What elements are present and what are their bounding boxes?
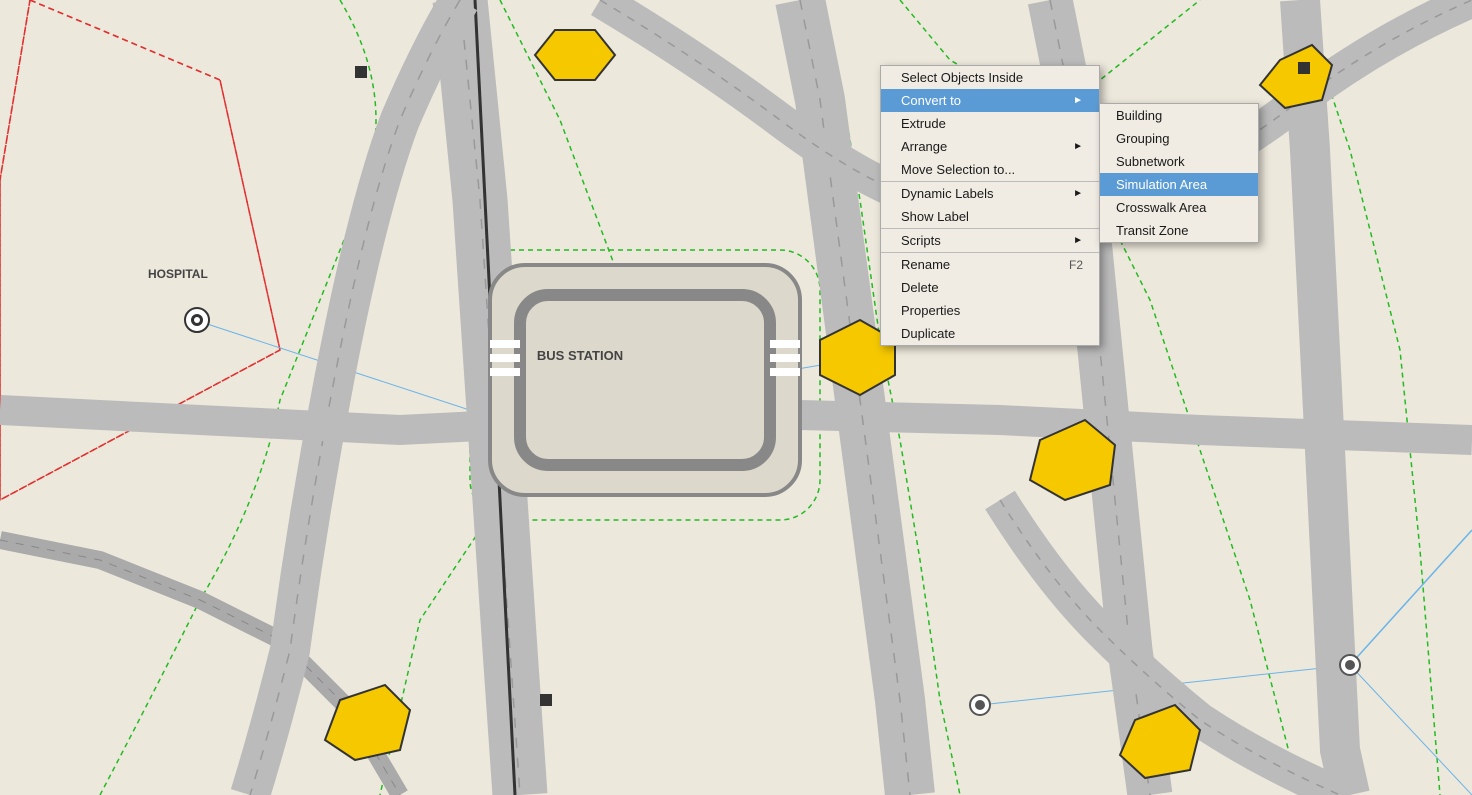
menu-item-label: Convert to (901, 93, 961, 108)
menu-item-extrude[interactable]: Extrude (881, 112, 1099, 135)
menu-item-show-label[interactable]: Show Label (881, 205, 1099, 228)
menu-item-duplicate[interactable]: Duplicate (881, 322, 1099, 345)
menu-item-label: Properties (901, 303, 960, 318)
submenu-item-label: Transit Zone (1116, 223, 1189, 238)
menu-item-move-selection-to[interactable]: Move Selection to... (881, 158, 1099, 181)
submenu-arrow-icon: ► (1073, 188, 1083, 199)
submenu-arrow-icon: ► (1073, 141, 1083, 152)
menu-item-label: Show Label (901, 209, 969, 224)
submenu-item-simulation-area[interactable]: Simulation Area (1100, 173, 1258, 196)
menu-item-label: Delete (901, 280, 939, 295)
menu-item-shortcut: F2 (1069, 258, 1083, 272)
menu-item-label: Dynamic Labels (901, 186, 994, 201)
convert-to-submenu: Building Grouping Subnetwork Simulation … (1099, 103, 1259, 243)
menu-item-label: Select Objects Inside (901, 70, 1023, 85)
menu-item-label: Arrange (901, 139, 947, 154)
menu-item-label: Scripts (901, 233, 941, 248)
submenu-item-building[interactable]: Building (1100, 104, 1258, 127)
menu-item-label: Extrude (901, 116, 946, 131)
svg-text:BUS STATION: BUS STATION (537, 348, 623, 363)
menu-item-rename[interactable]: Rename F2 (881, 252, 1099, 276)
menu-item-dynamic-labels[interactable]: Dynamic Labels ► (881, 181, 1099, 205)
submenu-item-label: Simulation Area (1116, 177, 1207, 192)
menu-item-delete[interactable]: Delete (881, 276, 1099, 299)
menu-item-arrange[interactable]: Arrange ► (881, 135, 1099, 158)
submenu-item-subnetwork[interactable]: Subnetwork (1100, 150, 1258, 173)
submenu-item-label: Building (1116, 108, 1162, 123)
submenu-item-transit-zone[interactable]: Transit Zone (1100, 219, 1258, 242)
submenu-item-label: Subnetwork (1116, 154, 1185, 169)
submenu-arrow-icon: ► (1073, 235, 1083, 246)
svg-text:HOSPITAL: HOSPITAL (148, 267, 208, 281)
menu-item-scripts[interactable]: Scripts ► (881, 228, 1099, 252)
menu-item-label: Move Selection to... (901, 162, 1015, 177)
menu-item-properties[interactable]: Properties (881, 299, 1099, 322)
menu-item-label: Duplicate (901, 326, 955, 341)
submenu-arrow-icon: ► (1073, 95, 1083, 106)
submenu-item-label: Crosswalk Area (1116, 200, 1206, 215)
submenu-item-crosswalk-area[interactable]: Crosswalk Area (1100, 196, 1258, 219)
menu-item-convert-to[interactable]: Convert to ► Building Grouping Subnetwor… (881, 89, 1099, 112)
submenu-item-grouping[interactable]: Grouping (1100, 127, 1258, 150)
menu-item-label: Rename (901, 257, 950, 272)
context-menu: Select Objects Inside Convert to ► Build… (880, 65, 1100, 346)
submenu-item-label: Grouping (1116, 131, 1169, 146)
menu-item-select-objects-inside[interactable]: Select Objects Inside (881, 66, 1099, 89)
